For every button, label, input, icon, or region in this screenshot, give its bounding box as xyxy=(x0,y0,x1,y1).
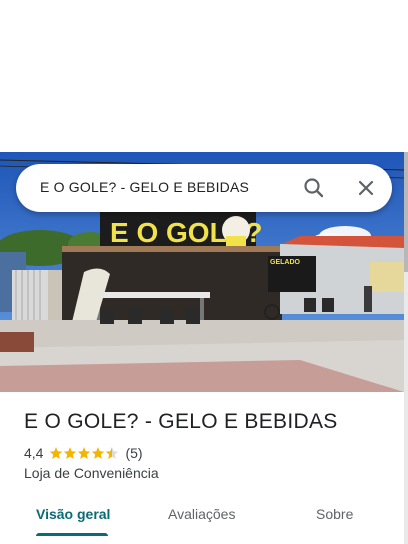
place-category[interactable]: Loja de Conveniência xyxy=(24,465,159,481)
scrollbar[interactable] xyxy=(404,152,408,544)
star-icon xyxy=(64,447,77,459)
star-icon xyxy=(78,447,91,459)
tab-bar: Visão geral Avaliações Sobre xyxy=(0,496,404,544)
star-icon xyxy=(92,447,105,459)
star-rating xyxy=(49,446,119,460)
review-count[interactable]: (5) xyxy=(125,445,142,461)
scrollbar-thumb[interactable] xyxy=(404,152,408,272)
side-sign-text: GELADO xyxy=(270,259,301,266)
star-icon xyxy=(50,447,63,459)
place-title: E O GOLE? - GELO E BEBIDAS xyxy=(24,410,338,433)
search-bar[interactable]: E O GOLE? - GELO E BEBIDAS xyxy=(16,164,392,212)
close-icon[interactable] xyxy=(352,174,380,202)
rating-row[interactable]: 4,4 (5) xyxy=(24,444,143,462)
tab-reviews[interactable]: Avaliações xyxy=(168,506,235,522)
search-input[interactable]: E O GOLE? - GELO E BEBIDAS xyxy=(40,179,249,195)
tab-about[interactable]: Sobre xyxy=(316,506,353,522)
star-half-icon xyxy=(106,447,119,459)
rating-value: 4,4 xyxy=(24,445,44,461)
tab-overview[interactable]: Visão geral xyxy=(36,506,110,522)
search-icon[interactable] xyxy=(300,174,328,202)
tab-active-indicator xyxy=(36,533,108,536)
